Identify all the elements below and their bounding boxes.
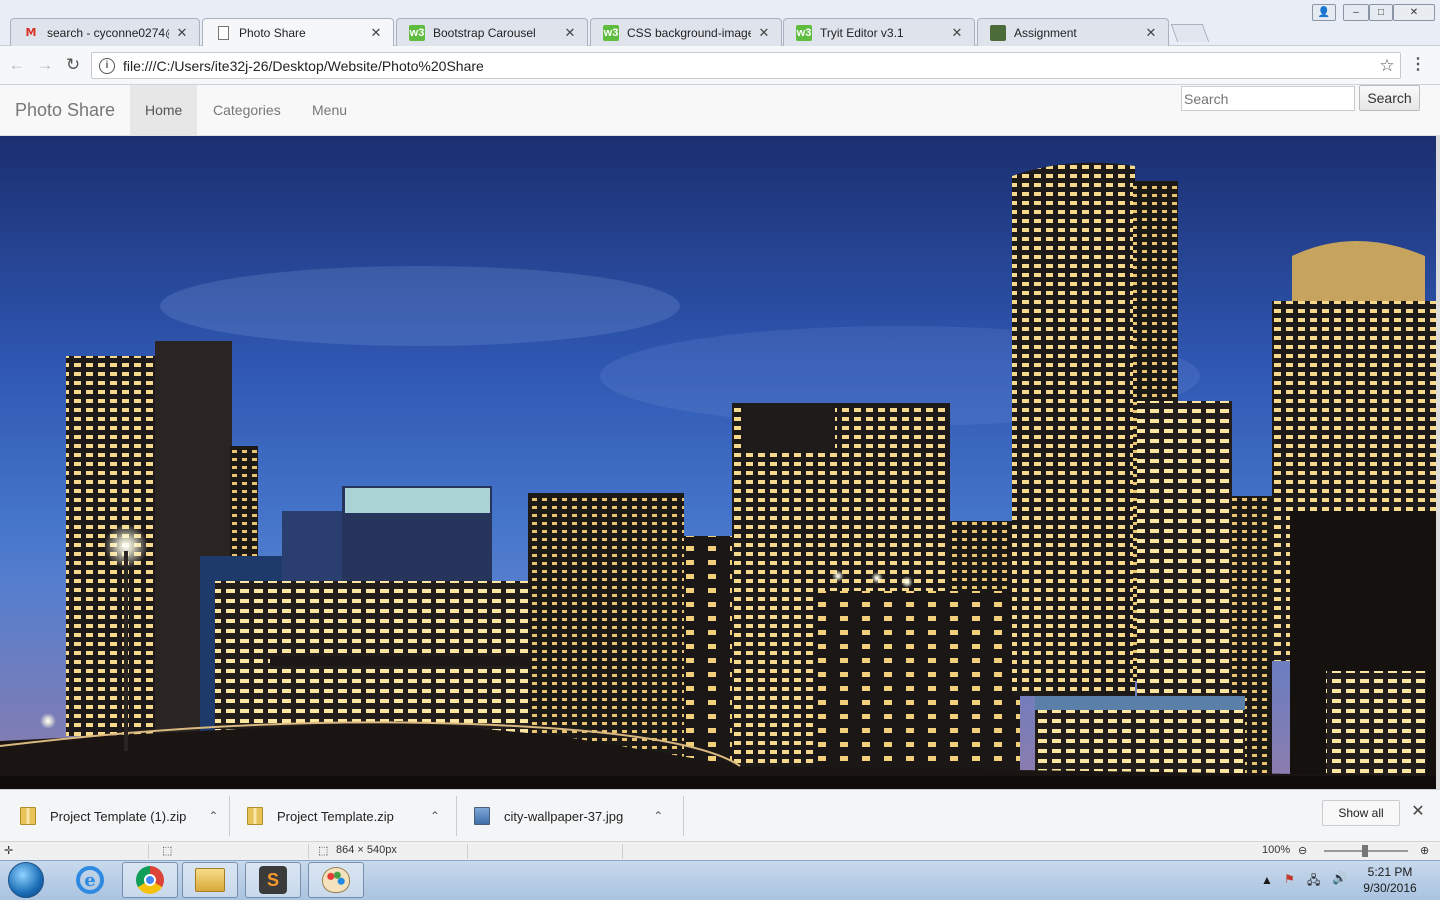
info-icon[interactable]: i — [99, 57, 115, 74]
status-bar: ✛ ⬚ ⬚ 864 × 540px 100% ⊖ ⊕ — [0, 841, 1440, 860]
tab-title: Assignment — [1014, 25, 1077, 40]
system-clock[interactable]: 5:21 PM 9/30/2016 — [1355, 864, 1425, 896]
tab-close-icon[interactable]: ✕ — [950, 25, 964, 41]
reload-icon[interactable]: ↻ — [63, 55, 83, 75]
zip-file-icon — [20, 807, 36, 825]
tab-tryit-editor[interactable]: w3 Tryit Editor v3.1 ✕ — [783, 18, 975, 46]
tab-close-icon[interactable]: ✕ — [563, 25, 577, 41]
divider — [622, 844, 623, 859]
tab-photo-share[interactable]: Photo Share ✕ — [202, 18, 394, 47]
move-icon: ✛ — [4, 845, 14, 857]
bookmark-star-icon[interactable]: ☆ — [1374, 56, 1400, 76]
folder-icon — [195, 868, 225, 892]
assignment-icon — [990, 24, 1006, 41]
tab-title: Bootstrap Carousel — [433, 25, 536, 40]
chrome-taskbar-icon[interactable] — [122, 862, 178, 898]
sublime-text-icon: S — [259, 866, 287, 894]
chevron-up-icon[interactable]: ⌃ — [653, 809, 663, 823]
page-icon — [215, 25, 231, 41]
internet-explorer-icon: e — [76, 866, 104, 894]
tab-assignment[interactable]: Assignment ✕ — [977, 18, 1169, 46]
forward-arrow-icon[interactable]: → — [35, 55, 55, 75]
search-input[interactable] — [1181, 86, 1355, 111]
selection-icon: ⬚ — [162, 845, 173, 857]
tab-title: CSS background-image p — [627, 25, 751, 40]
download-filename: city-wallpaper-37.jpg — [504, 808, 624, 824]
tab-close-icon[interactable]: ✕ — [757, 25, 771, 41]
site-brand[interactable]: Photo Share — [15, 85, 115, 135]
page-scrollbar[interactable] — [1436, 136, 1440, 789]
show-all-downloads-button[interactable]: Show all — [1322, 800, 1400, 826]
show-hidden-icons-icon[interactable]: ▲ — [1261, 873, 1273, 913]
tab-title: Tryit Editor v3.1 — [820, 25, 904, 40]
download-filename: Project Template.zip — [277, 808, 394, 824]
internet-explorer-taskbar-icon[interactable]: e — [62, 862, 118, 898]
action-center-flag-icon[interactable]: ⚑ — [1284, 872, 1295, 912]
search-button[interactable]: Search — [1359, 85, 1420, 111]
tab-title: search - cyconne0274@g — [47, 25, 169, 40]
download-item[interactable]: city-wallpaper-37.jpg ⌃ — [474, 790, 679, 842]
sublime-text-taskbar-icon[interactable]: S — [245, 862, 301, 898]
download-filename: Project Template (1).zip — [50, 808, 187, 824]
file-explorer-taskbar-icon[interactable] — [182, 862, 238, 898]
maximize-button[interactable]: □ — [1369, 4, 1393, 21]
tab-css-background[interactable]: w3 CSS background-image p ✕ — [590, 18, 782, 46]
clock-date: 9/30/2016 — [1363, 881, 1417, 895]
gmail-icon: M — [25, 26, 37, 39]
minimize-button[interactable]: – — [1343, 4, 1369, 21]
zoom-out-icon[interactable]: ⊖ — [1298, 844, 1307, 857]
chrome-icon — [136, 866, 164, 894]
download-item[interactable]: Project Template.zip ⌃ — [247, 790, 447, 842]
w3schools-icon: w3 — [603, 24, 619, 41]
clock-time: 5:21 PM — [1367, 865, 1413, 879]
tab-title: Photo Share — [239, 26, 306, 40]
w3schools-icon: w3 — [409, 24, 425, 41]
tab-bootstrap-carousel[interactable]: w3 Bootstrap Carousel ✕ — [396, 18, 588, 46]
divider — [456, 796, 457, 836]
nav-home[interactable]: Home — [130, 85, 198, 135]
city-skyline-illustration — [0, 136, 1436, 789]
paint-palette-icon — [322, 867, 350, 893]
paint-taskbar-icon[interactable] — [308, 862, 364, 898]
start-button[interactable] — [8, 862, 44, 898]
resize-icon: ⬚ — [318, 845, 329, 857]
divider — [467, 844, 468, 859]
image-file-icon — [474, 807, 490, 825]
close-window-button[interactable]: ✕ — [1393, 4, 1435, 21]
nav-categories[interactable]: Categories — [198, 85, 296, 135]
divider — [308, 844, 309, 859]
zoom-slider-thumb[interactable] — [1362, 845, 1368, 857]
url-text[interactable]: file:///C:/Users/ite32j-26/Desktop/Websi… — [123, 58, 1374, 74]
nav-menu[interactable]: Menu — [297, 85, 362, 135]
tab-close-icon[interactable]: ✕ — [369, 25, 383, 41]
new-tab-button[interactable] — [1170, 24, 1210, 42]
back-arrow-icon[interactable]: ← — [7, 55, 27, 75]
close-download-bar-icon[interactable]: ✕ — [1408, 802, 1428, 822]
chevron-up-icon[interactable]: ⌃ — [430, 809, 440, 823]
browser-menu-icon[interactable]: ⋮ — [1410, 55, 1426, 75]
network-icon[interactable]: 🖧 — [1307, 871, 1320, 911]
tab-close-icon[interactable]: ✕ — [1144, 25, 1158, 41]
image-dimensions: 864 × 540px — [336, 844, 397, 856]
zoom-level: 100% — [1262, 844, 1291, 856]
browser-tab-strip: M search - cyconne0274@g ✕ Photo Share ✕… — [0, 0, 1440, 47]
volume-icon[interactable]: 🔊 — [1332, 871, 1347, 911]
zip-file-icon — [247, 807, 263, 825]
divider — [148, 844, 149, 859]
hero-image — [0, 136, 1436, 789]
user-profile-icon[interactable]: 👤 — [1312, 4, 1336, 21]
tab-gmail[interactable]: M search - cyconne0274@g ✕ — [10, 18, 200, 46]
divider — [229, 796, 230, 836]
w3schools-icon: w3 — [796, 24, 812, 41]
download-bar: Project Template (1).zip ⌃ Project Templ… — [0, 789, 1440, 841]
download-item[interactable]: Project Template (1).zip ⌃ — [20, 790, 220, 842]
chevron-up-icon[interactable]: ⌃ — [208, 809, 218, 823]
address-bar[interactable]: i file:///C:/Users/ite32j-26/Desktop/Web… — [91, 52, 1401, 79]
tab-close-icon[interactable]: ✕ — [175, 25, 189, 41]
browser-toolbar: ← → ↻ i file:///C:/Users/ite32j-26/Deskt… — [0, 46, 1440, 85]
divider — [683, 796, 684, 836]
zoom-in-icon[interactable]: ⊕ — [1420, 844, 1429, 857]
